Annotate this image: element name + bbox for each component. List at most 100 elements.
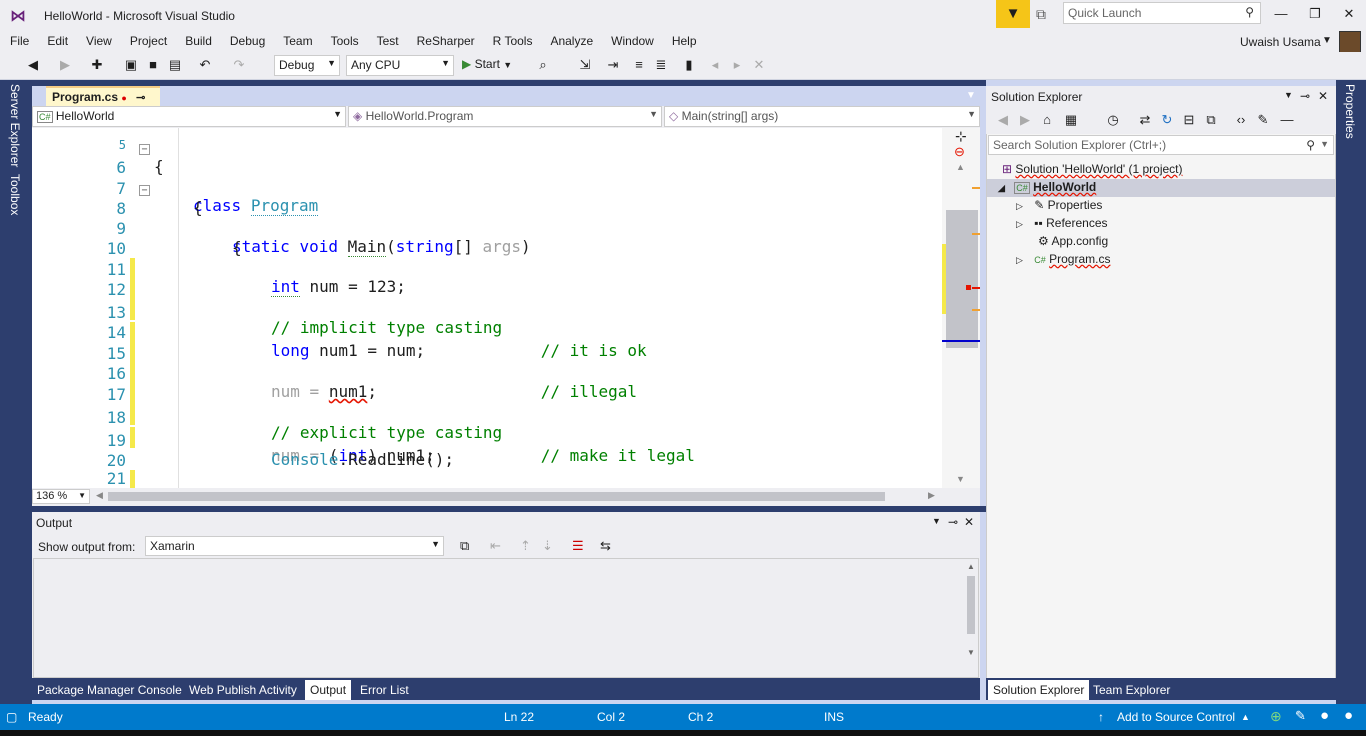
- solution-explorer-search-input[interactable]: Search Solution Explorer (Ctrl+;) ⚲ ▼: [988, 135, 1334, 155]
- tree-item-references[interactable]: ▷ ▪▪ References: [1016, 216, 1108, 230]
- prev-bookmark-icon[interactable]: ◂: [706, 57, 724, 73]
- scroll-right-icon[interactable]: ▶: [928, 490, 935, 501]
- go-to-location-icon[interactable]: ⧉: [460, 538, 469, 554]
- tree-item-properties[interactable]: ▷ ✎ Properties: [1016, 198, 1102, 212]
- properties-tab[interactable]: Properties: [1343, 84, 1357, 139]
- pin-icon[interactable]: ⊸: [1300, 89, 1310, 103]
- clear-bookmarks-icon[interactable]: ✕: [750, 57, 768, 73]
- back-icon[interactable]: ◀: [994, 112, 1012, 128]
- tree-item-solution[interactable]: ⊞ Solution 'HelloWorld' (1 project): [1002, 162, 1183, 176]
- menu-help[interactable]: Help: [662, 30, 705, 48]
- member-nav-dropdown[interactable]: ◇ Main(string[] args) ▼: [664, 106, 980, 127]
- tab-overflow-icon[interactable]: ▼: [966, 90, 976, 101]
- server-explorer-tab[interactable]: Server Explorer: [8, 84, 22, 167]
- open-file-icon[interactable]: ▣: [122, 57, 140, 73]
- find-icon[interactable]: ⌕: [534, 57, 552, 73]
- back-icon[interactable]: ◀: [24, 57, 42, 73]
- minimize-button[interactable]: —: [1269, 6, 1293, 21]
- scroll-up-icon[interactable]: ▲: [967, 562, 975, 571]
- clear-all-icon[interactable]: ☰: [572, 538, 584, 554]
- menu-build[interactable]: Build: [175, 30, 220, 48]
- tools-icon[interactable]: ✎: [1295, 708, 1306, 724]
- menu-debug[interactable]: Debug: [220, 30, 273, 48]
- menu-team[interactable]: Team: [273, 30, 320, 48]
- output-scrollbar[interactable]: ▲ ▼: [966, 562, 976, 674]
- platform-dropdown[interactable]: Any CPU ▼: [346, 55, 454, 76]
- collapse-all-icon[interactable]: ⊟: [1180, 112, 1198, 128]
- menu-view[interactable]: View: [76, 30, 120, 48]
- feedback-smiley-icon[interactable]: ●: [1344, 707, 1353, 724]
- switch-views-icon[interactable]: ▦: [1062, 112, 1080, 128]
- close-button[interactable]: ✕: [1337, 6, 1361, 22]
- scroll-down-icon[interactable]: ▼: [956, 474, 965, 484]
- tab-web-publish-activity[interactable]: Web Publish Activity: [184, 680, 302, 700]
- sync-icon[interactable]: ⇄: [1136, 112, 1154, 128]
- menu-file[interactable]: File: [0, 30, 37, 48]
- toolbox-tab[interactable]: Toolbox: [8, 174, 22, 215]
- chevron-down-icon[interactable]: ▼: [1322, 35, 1332, 46]
- menu-r-tools[interactable]: R Tools: [483, 30, 541, 48]
- error-indicator-icon[interactable]: ⊖: [954, 144, 965, 160]
- new-project-icon[interactable]: ✚: [88, 57, 106, 73]
- pin-icon[interactable]: ⊸: [948, 515, 958, 529]
- start-button[interactable]: ▶ Start ▼: [462, 57, 512, 71]
- previous-message-icon[interactable]: ⇡: [520, 538, 531, 554]
- scroll-up-icon[interactable]: ▲: [956, 162, 965, 172]
- scroll-down-icon[interactable]: ▼: [967, 648, 975, 657]
- code-editor[interactable]: 5 { 6 − class Program 7 { 8 − static voi…: [32, 128, 980, 488]
- avatar[interactable]: [1339, 31, 1361, 53]
- restore-button[interactable]: ❐: [1303, 6, 1327, 22]
- save-icon[interactable]: ■: [144, 57, 162, 72]
- notifications-icon[interactable]: ●: [1320, 707, 1329, 724]
- tree-item-app-config[interactable]: ⚙ App.config: [1038, 234, 1108, 248]
- add-to-source-control-button[interactable]: Add to Source Control: [1117, 710, 1235, 724]
- pin-icon[interactable]: ⊸: [136, 92, 145, 104]
- next-bookmark-icon[interactable]: ▸: [728, 57, 746, 73]
- output-text-area[interactable]: [33, 558, 979, 678]
- scrollbar-thumb[interactable]: [967, 576, 975, 634]
- word-wrap-icon[interactable]: ⇆: [600, 538, 611, 554]
- menu-edit[interactable]: Edit: [37, 30, 76, 48]
- menu-tools[interactable]: Tools: [321, 30, 367, 48]
- find-message-icon[interactable]: ⇤: [490, 538, 501, 554]
- refresh-icon[interactable]: ↻: [1158, 112, 1176, 128]
- quick-launch-input[interactable]: Quick Launch ⚲: [1063, 2, 1261, 24]
- close-icon[interactable]: ✕: [964, 515, 974, 529]
- chevron-down-icon[interactable]: ▼: [932, 516, 941, 526]
- menu-test[interactable]: Test: [367, 30, 407, 48]
- wrench-icon[interactable]: ✎: [1254, 112, 1272, 128]
- filter-icon[interactable]: ▼: [996, 0, 1030, 28]
- tab-output[interactable]: Output: [305, 680, 352, 700]
- pending-changes-icon[interactable]: ◷: [1104, 112, 1122, 128]
- tab-team-explorer[interactable]: Team Explorer: [1088, 680, 1175, 700]
- horizontal-scroll-thumb[interactable]: [108, 492, 885, 501]
- menu-project[interactable]: Project: [120, 30, 175, 48]
- project-nav-dropdown[interactable]: C# HelloWorld ▼: [32, 106, 346, 127]
- uncomment-icon[interactable]: ≣: [652, 57, 670, 73]
- zoom-dropdown[interactable]: 136 % ▼: [32, 489, 90, 504]
- download-icon[interactable]: ⊕: [1270, 708, 1282, 725]
- solution-config-dropdown[interactable]: Debug ▼: [274, 55, 340, 76]
- upload-icon[interactable]: ↑: [1098, 710, 1104, 724]
- close-icon[interactable]: ✕: [1318, 89, 1328, 103]
- class-nav-dropdown[interactable]: ◈ HelloWorld.Program ▼: [348, 106, 662, 127]
- scroll-left-icon[interactable]: ◀: [96, 490, 103, 501]
- menu-resharper[interactable]: ReSharper: [407, 30, 483, 48]
- undo-icon[interactable]: ↶: [196, 57, 214, 73]
- forward-icon[interactable]: ▶: [1016, 112, 1034, 128]
- chevron-up-icon[interactable]: ▲: [1241, 712, 1250, 722]
- redo-icon[interactable]: ↷: [230, 57, 248, 73]
- home-icon[interactable]: ⌂: [1038, 112, 1056, 127]
- collapse-icon[interactable]: −: [139, 144, 150, 155]
- user-name[interactable]: Uwaish Usama: [1240, 35, 1321, 49]
- chevron-down-icon[interactable]: ▼: [1320, 139, 1329, 149]
- indent-icon[interactable]: ⇥: [604, 57, 622, 73]
- tab-solution-explorer[interactable]: Solution Explorer: [988, 680, 1090, 700]
- collapse-icon[interactable]: −: [139, 185, 150, 196]
- view-code-icon[interactable]: ‹›: [1232, 112, 1250, 127]
- tab-error-list[interactable]: Error List: [355, 680, 414, 700]
- bookmark-icon[interactable]: ▮: [680, 57, 698, 73]
- tree-item-program-cs[interactable]: ▷ C# Program.cs: [1016, 252, 1110, 266]
- feedback-icon[interactable]: ⧉: [1036, 6, 1046, 23]
- output-source-dropdown[interactable]: Xamarin ▼: [145, 536, 444, 556]
